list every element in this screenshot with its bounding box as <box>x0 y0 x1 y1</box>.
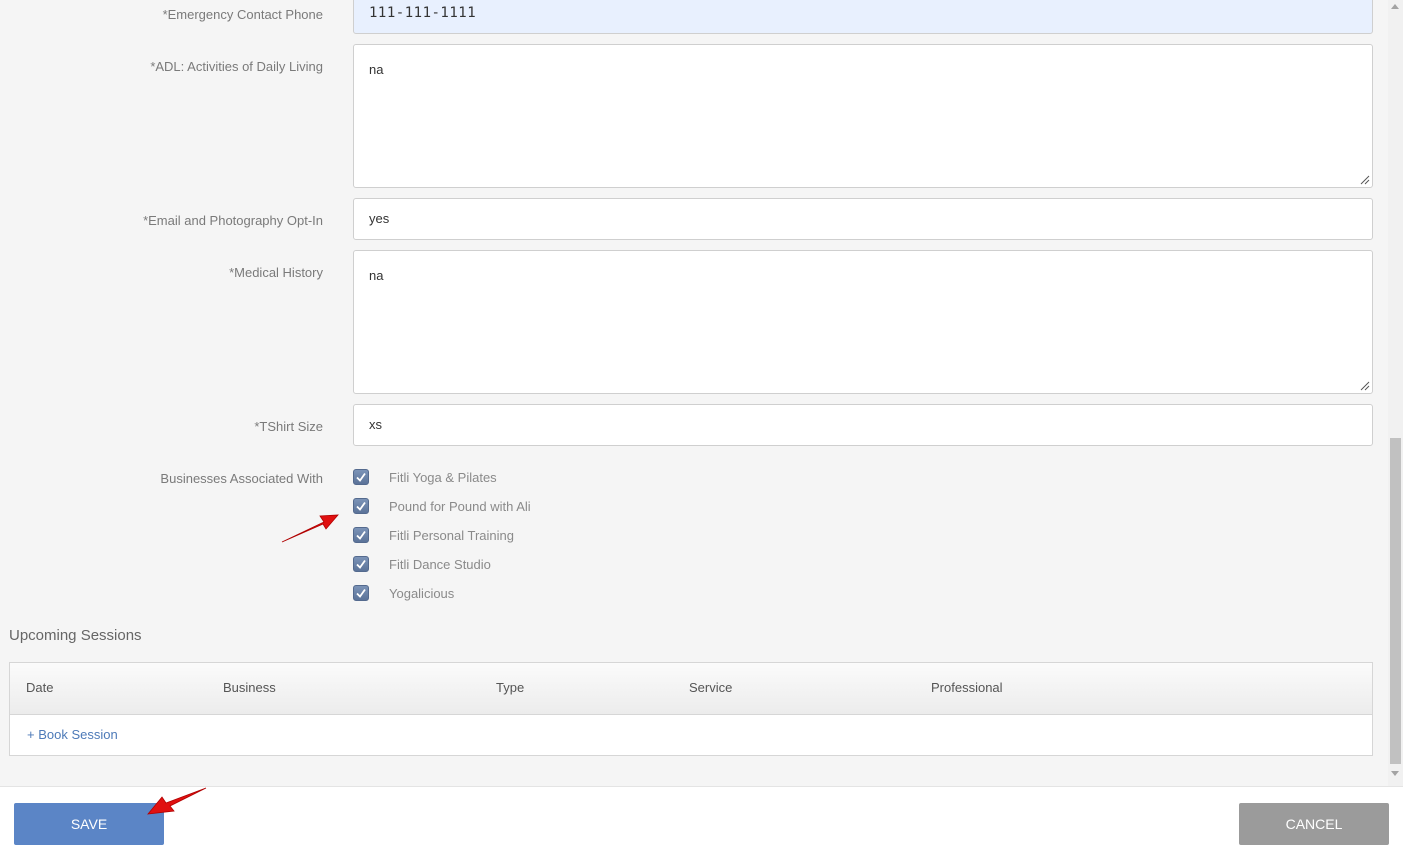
resize-handle-icon[interactable] <box>1360 175 1370 185</box>
annotation-arrow-icon <box>281 514 339 543</box>
column-header-business[interactable]: Business <box>223 680 276 695</box>
checkbox-checked-icon[interactable] <box>353 556 369 572</box>
form-scroll-area: *Emergency Contact Phone 111-111-1111 *A… <box>0 0 1388 786</box>
resize-handle-icon[interactable] <box>1360 381 1370 391</box>
business-label: Fitli Dance Studio <box>389 556 491 572</box>
emergency-phone-input[interactable]: 111-111-1111 <box>353 0 1373 34</box>
medical-history-value: na <box>369 268 384 283</box>
upcoming-sessions-title: Upcoming Sessions <box>9 627 142 644</box>
business-label: Pound for Pound with Ali <box>389 498 531 514</box>
tshirt-size-input[interactable]: xs <box>353 404 1373 446</box>
scrollbar-thumb[interactable] <box>1390 438 1401 764</box>
business-checkbox-row[interactable]: Pound for Pound with Ali <box>353 496 531 516</box>
sessions-table: Date Business Type Service Professional … <box>9 662 1373 756</box>
medical-history-label: *Medical History <box>229 265 323 280</box>
adl-label: *ADL: Activities of Daily Living <box>150 59 323 74</box>
tshirt-size-label: *TShirt Size <box>254 419 323 434</box>
business-checkbox-row[interactable]: Fitli Dance Studio <box>353 554 491 574</box>
adl-textarea[interactable]: na <box>353 44 1373 188</box>
save-button[interactable]: SAVE <box>14 803 164 845</box>
business-checkbox-row[interactable]: Fitli Yoga & Pilates <box>353 467 497 487</box>
business-label: Fitli Personal Training <box>389 527 514 543</box>
business-label: Fitli Yoga & Pilates <box>389 469 497 485</box>
table-header: Date Business Type Service Professional <box>10 663 1372 715</box>
adl-value: na <box>369 62 384 77</box>
scroll-down-icon[interactable] <box>1391 771 1399 776</box>
column-header-professional[interactable]: Professional <box>931 680 1003 695</box>
column-header-type[interactable]: Type <box>496 680 524 695</box>
column-header-date[interactable]: Date <box>26 680 53 695</box>
checkbox-checked-icon[interactable] <box>353 585 369 601</box>
email-opt-in-input[interactable]: yes <box>353 198 1373 240</box>
annotation-arrow-icon <box>147 787 207 815</box>
email-opt-in-label: *Email and Photography Opt-In <box>143 213 323 228</box>
businesses-label: Businesses Associated With <box>160 471 323 486</box>
business-checkbox-row[interactable]: Fitli Personal Training <box>353 525 514 545</box>
cancel-button[interactable]: CANCEL <box>1239 803 1389 845</box>
checkbox-checked-icon[interactable] <box>353 527 369 543</box>
business-checkbox-row[interactable]: Yogalicious <box>353 583 454 603</box>
scroll-up-icon[interactable] <box>1391 4 1399 9</box>
checkbox-checked-icon[interactable] <box>353 498 369 514</box>
form-footer: SAVE CANCEL <box>0 786 1403 856</box>
business-label: Yogalicious <box>389 585 455 601</box>
medical-history-textarea[interactable]: na <box>353 250 1373 394</box>
column-header-service[interactable]: Service <box>689 680 732 695</box>
emergency-phone-label: *Emergency Contact Phone <box>162 7 323 22</box>
vertical-scrollbar[interactable] <box>1388 0 1403 786</box>
checkbox-checked-icon[interactable] <box>353 469 369 485</box>
book-session-link[interactable]: + Book Session <box>27 727 118 742</box>
